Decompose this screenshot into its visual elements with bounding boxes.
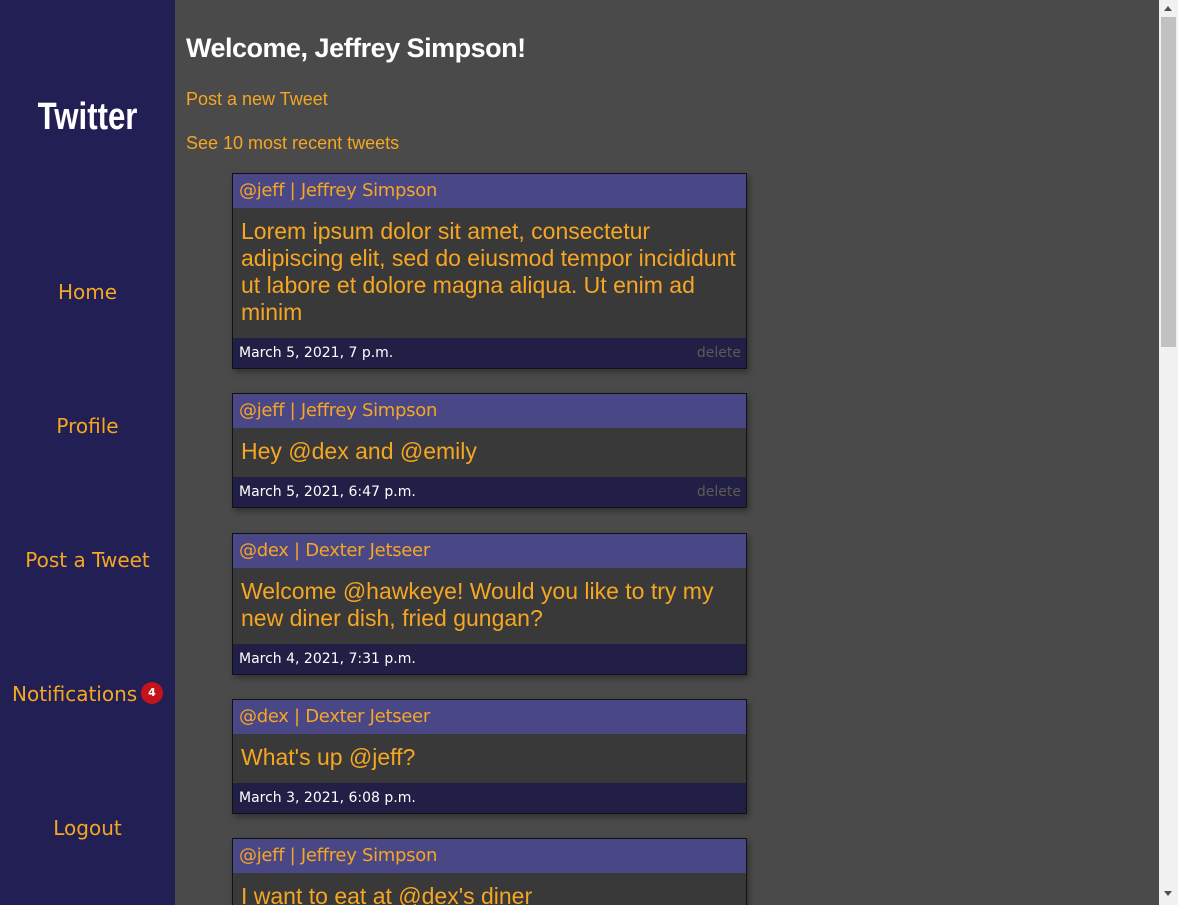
tweet-card: @dex | Dexter Jetseer What's up @jeff? M… [232, 699, 747, 814]
post-new-tweet-link[interactable]: Post a new Tweet [186, 89, 328, 110]
tweet-text: I want to eat at @dex's diner [241, 883, 533, 905]
welcome-heading: Welcome, Jeffrey Simpson! [186, 33, 526, 63]
tweet-author[interactable]: @jeff | Jeffrey Simpson [233, 174, 746, 208]
vertical-scrollbar[interactable] [1159, 0, 1178, 905]
tweet-date: March 3, 2021, 6:08 p.m. [239, 790, 416, 806]
tweet-author[interactable]: @jeff | Jeffrey Simpson [233, 839, 746, 873]
nav-profile[interactable]: Profile [0, 414, 175, 438]
tweet-date: March 5, 2021, 7 p.m. [239, 345, 394, 361]
tweet-text: Lorem ipsum dolor sit amet, consectetur … [241, 218, 736, 325]
tweet-date: March 4, 2021, 7:31 p.m. [239, 651, 416, 667]
tweet-footer: March 3, 2021, 6:08 p.m. [233, 783, 746, 813]
main-content: Welcome, Jeffrey Simpson! Post a new Twe… [175, 0, 1159, 905]
sidebar: Twitter Home Profile Post a Tweet Notifi… [0, 0, 175, 905]
brand-logo[interactable]: Twitter [16, 96, 160, 139]
tweet-text: What's up @jeff? [241, 744, 416, 770]
tweet-card: @jeff | Jeffrey Simpson Lorem ipsum dolo… [232, 173, 747, 369]
scroll-thumb[interactable] [1161, 17, 1176, 347]
nav-post-tweet[interactable]: Post a Tweet [0, 548, 175, 572]
tweet-text: Welcome @hawkeye! Would you like to try … [241, 578, 714, 631]
tweet-card: @jeff | Jeffrey Simpson Hey @dex and @em… [232, 393, 747, 508]
tweet-author[interactable]: @jeff | Jeffrey Simpson [233, 394, 746, 428]
delete-button[interactable]: delete [697, 477, 741, 507]
tweet-card: @jeff | Jeffrey Simpson I want to eat at… [232, 838, 747, 905]
scroll-up-arrow-icon[interactable] [1164, 6, 1172, 11]
tweet-card: @dex | Dexter Jetseer Welcome @hawkeye! … [232, 533, 747, 675]
recent-tweets-link[interactable]: See 10 most recent tweets [186, 133, 399, 154]
tweet-footer: March 4, 2021, 7:31 p.m. [233, 644, 746, 674]
scroll-down-arrow-icon[interactable] [1164, 891, 1172, 896]
delete-button[interactable]: delete [697, 338, 741, 368]
nav-home[interactable]: Home [0, 280, 175, 304]
tweet-author[interactable]: @dex | Dexter Jetseer [233, 700, 746, 734]
tweet-author[interactable]: @dex | Dexter Jetseer [233, 534, 746, 568]
notification-badge: 4 [141, 682, 163, 704]
nav-notifications-label: Notifications [12, 682, 138, 706]
tweet-date: March 5, 2021, 6:47 p.m. [239, 484, 416, 500]
nav-logout[interactable]: Logout [0, 816, 175, 840]
tweet-footer: March 5, 2021, 7 p.m. delete [233, 338, 746, 368]
tweet-text: Hey @dex and @emily [241, 438, 477, 464]
tweet-footer: March 5, 2021, 6:47 p.m. delete [233, 477, 746, 507]
